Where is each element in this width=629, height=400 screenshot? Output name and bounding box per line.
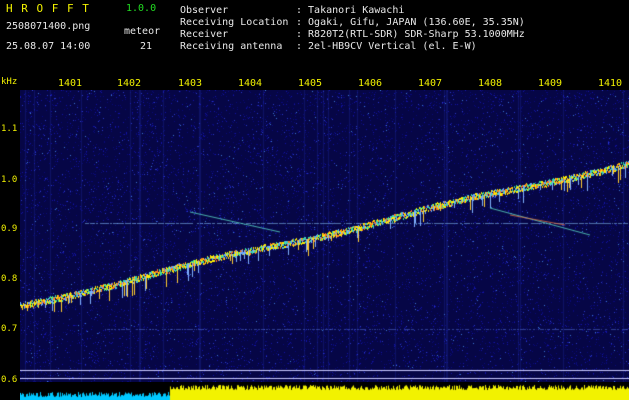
observation-datetime: 25.08.07 14:00 (6, 41, 91, 52)
x-tick-label: 1408 (477, 78, 503, 89)
x-tick-label: 1402 (116, 78, 142, 89)
app-title: H R O F F T (6, 2, 90, 15)
location-label: Receiving Location (180, 17, 289, 28)
receiver-label: Receiver (180, 29, 229, 40)
x-tick-label: 1410 (597, 78, 623, 89)
observer-value: : Takanori Kawachi (296, 5, 405, 16)
spectrogram-canvas (20, 90, 629, 382)
frequency-axis: 1.1 1.0 0.9 0.8 0.7 0.6 (0, 74, 20, 400)
y-tick-label: 0.8 (1, 274, 18, 284)
receiver-value: : R820T2(RTL-SDR) SDR-Sharp 53.1000MHz (296, 29, 525, 40)
y-tick-label: 1.1 (1, 124, 18, 134)
y-tick-label: 0.6 (1, 375, 18, 385)
x-tick-label: 1407 (417, 78, 443, 89)
x-tick-label: 1405 (297, 78, 323, 89)
meteor-label: meteor (124, 26, 161, 37)
image-filename: 2508071400.png (6, 21, 91, 32)
y-tick-label: 0.7 (1, 324, 18, 334)
meteor-count: 21 (140, 41, 153, 52)
signal-level-strip (20, 382, 629, 400)
antenna-value: : 2el-HB9CV Vertical (el. E-W) (296, 41, 477, 52)
y-tick-label: 0.9 (1, 224, 18, 234)
x-tick-label: 1403 (177, 78, 203, 89)
y-tick-label: 1.0 (1, 175, 18, 185)
app-version: 1.0.0 (126, 3, 157, 14)
x-tick-label: 1406 (357, 78, 383, 89)
x-tick-label: 1404 (237, 78, 263, 89)
observer-label: Observer (180, 5, 229, 16)
hroff-window: { "app": { "name": "H R O F F T", "versi… (0, 0, 629, 400)
x-tick-label: 1401 (57, 78, 83, 89)
location-value: : Ogaki, Gifu, JAPAN (136.60E, 35.35N) (296, 17, 525, 28)
antenna-label: Receiving antenna (180, 41, 283, 52)
x-tick-label: 1409 (537, 78, 563, 89)
